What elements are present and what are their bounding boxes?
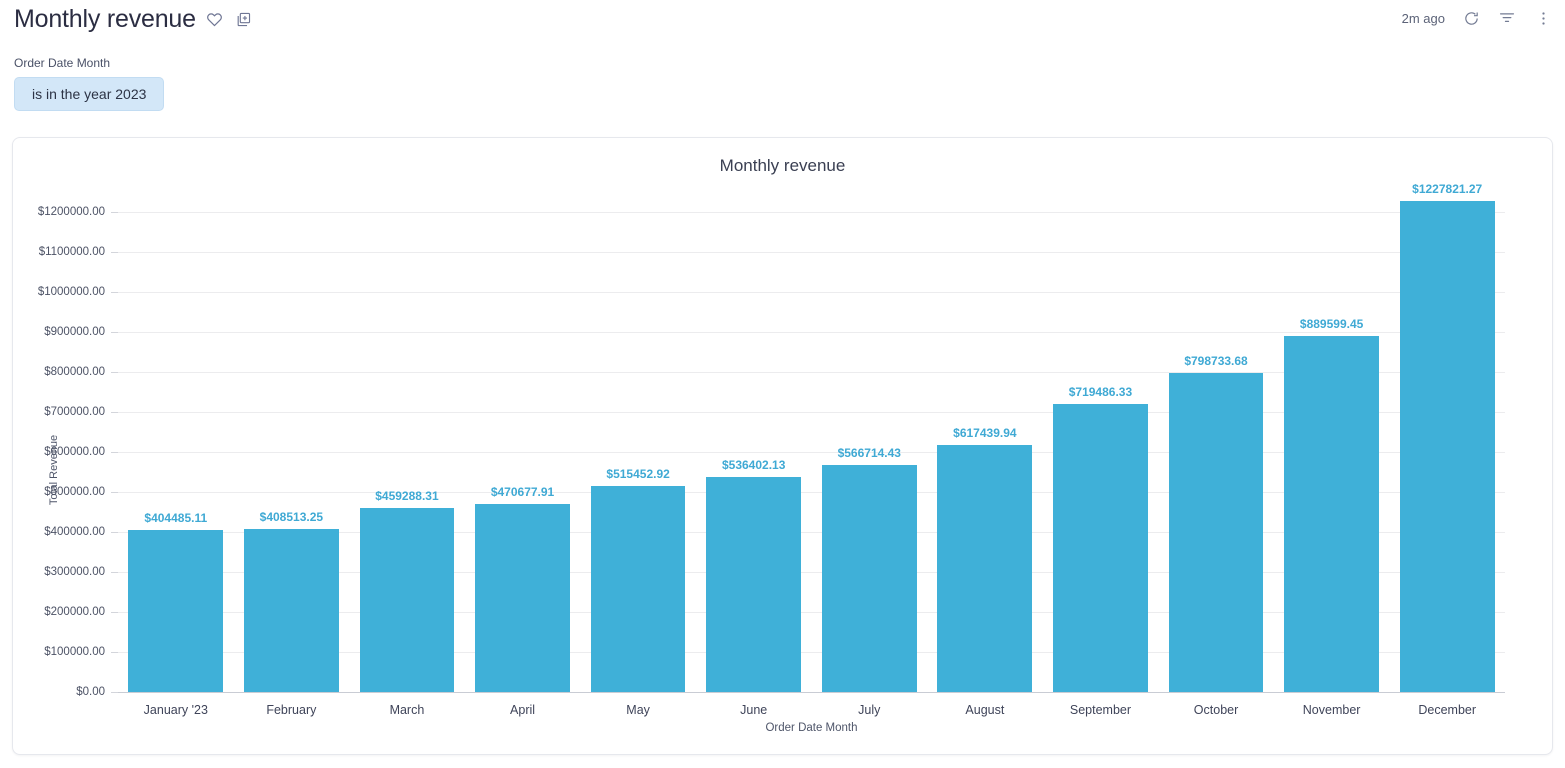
y-tick-label: $400000.00 bbox=[44, 525, 105, 538]
x-axis-title: Order Date Month bbox=[765, 722, 858, 734]
x-tick-label: December bbox=[1418, 703, 1477, 717]
x-tick-label: June bbox=[740, 703, 768, 717]
bar-slot: $408513.25 February bbox=[234, 212, 350, 717]
y-tick-label: $500000.00 bbox=[44, 486, 105, 498]
bar-value-label: $889599.45 bbox=[1299, 317, 1364, 332]
y-tick-label: $800000.00 bbox=[44, 365, 105, 378]
filter-bar: Order Date Month is in the year 2023 bbox=[0, 44, 1565, 111]
title-group: Monthly revenue bbox=[14, 4, 254, 34]
y-tick-label: $700000.00 bbox=[44, 406, 105, 418]
x-tick-label: May bbox=[626, 703, 650, 717]
bar-slot: $617439.94 August bbox=[927, 212, 1043, 717]
x-tick-label: September bbox=[1069, 703, 1132, 717]
bar-slot: $470677.91 April bbox=[465, 212, 581, 717]
y-tick-mark bbox=[111, 531, 118, 533]
bar-slot: $404485.11 January '23 bbox=[118, 212, 234, 717]
bar-value-label: $566714.43 bbox=[837, 446, 901, 461]
x-tick-label: November bbox=[1302, 703, 1361, 717]
y-tick-label: $0.00 bbox=[76, 686, 105, 698]
filter-icon[interactable] bbox=[1497, 8, 1517, 28]
bar-value-label: $408513.25 bbox=[259, 509, 324, 524]
x-tick-label: January '23 bbox=[143, 703, 208, 717]
bar[interactable] bbox=[359, 508, 455, 692]
y-tick-label: $900000.00 bbox=[44, 326, 105, 338]
y-tick-mark bbox=[111, 371, 118, 373]
heart-icon[interactable] bbox=[205, 9, 225, 29]
bar-value-label: $404485.11 bbox=[144, 511, 208, 526]
bar-slot: $536402.13 June bbox=[696, 212, 812, 717]
x-tick-label: February bbox=[266, 703, 317, 717]
bar[interactable] bbox=[1168, 372, 1264, 692]
y-tick-mark bbox=[111, 572, 118, 573]
x-tick-label: August bbox=[965, 703, 1005, 717]
bar-value-label: $1227821.27 bbox=[1412, 181, 1483, 196]
bar-slot: $566714.43 July bbox=[812, 212, 928, 717]
bar-value-label: $470677.91 bbox=[490, 484, 555, 499]
add-to-dashboard-icon[interactable] bbox=[234, 9, 254, 29]
y-tick-mark bbox=[111, 612, 118, 613]
y-tick-mark bbox=[111, 412, 118, 413]
y-tick-mark bbox=[111, 452, 118, 453]
y-tick-label: $200000.00 bbox=[44, 606, 105, 618]
y-tick-mark bbox=[111, 332, 118, 333]
more-vertical-icon[interactable] bbox=[1533, 8, 1553, 28]
y-tick-mark bbox=[111, 212, 118, 213]
bar-slot: $459288.31 March bbox=[349, 212, 465, 717]
bar-slot: $719486.33 September bbox=[1043, 212, 1159, 717]
y-tick-label: $1100000.00 bbox=[38, 245, 105, 258]
y-tick-label: $1000000.00 bbox=[37, 285, 105, 298]
bar-value-label: $617439.94 bbox=[953, 426, 1017, 441]
bar[interactable] bbox=[590, 485, 686, 692]
y-tick-label: $100000.00 bbox=[44, 646, 105, 658]
filter-value-chip[interactable]: is in the year 2023 bbox=[14, 77, 165, 111]
bar-value-label: $515452.92 bbox=[606, 466, 670, 481]
page-title: Monthly revenue bbox=[14, 5, 196, 33]
x-tick-label: March bbox=[389, 703, 425, 717]
bars-layer: $404485.11 January '23 $408513.25 February $… bbox=[118, 182, 1505, 717]
chart-title: Monthly revenue bbox=[719, 156, 846, 175]
filter-field-label: Order Date Month bbox=[14, 56, 111, 70]
x-tick-label: April bbox=[510, 703, 536, 717]
y-tick-mark bbox=[111, 492, 118, 493]
refresh-icon[interactable] bbox=[1461, 8, 1481, 28]
x-tick-label: October bbox=[1193, 703, 1239, 717]
bar[interactable] bbox=[1284, 336, 1379, 692]
bar[interactable] bbox=[937, 445, 1033, 692]
gridline: $0.00 bbox=[76, 686, 1505, 698]
y-tick-mark bbox=[111, 251, 118, 253]
y-tick-mark bbox=[111, 652, 118, 653]
y-tick-label: $300000.00 bbox=[44, 566, 105, 578]
bar[interactable] bbox=[821, 465, 917, 692]
bar[interactable] bbox=[706, 477, 802, 692]
bar[interactable] bbox=[1053, 404, 1148, 692]
bar[interactable] bbox=[243, 528, 339, 692]
bar-value-label: $719486.33 bbox=[1068, 385, 1133, 400]
visualization-card: Monthly revenue Total Revenue $1200000.0… bbox=[12, 137, 1553, 755]
bar-slot: $1227821.27 December bbox=[1389, 182, 1505, 717]
bar-value-label: $459288.31 bbox=[375, 489, 439, 504]
header-actions: 2m ago bbox=[1402, 8, 1553, 28]
chart-plot-wrapper: Total Revenue $1200000.00 $1100000.00 $100… bbox=[13, 182, 1554, 756]
plot-area: $1200000.00 $1100000.00 $1000000.00 $900000… bbox=[38, 182, 1505, 734]
bar-slot: $798733.68 October bbox=[1158, 212, 1274, 717]
app-header: Monthly revenue 2m ago bbox=[0, 0, 1565, 44]
bar[interactable] bbox=[475, 503, 570, 692]
last-refresh-time: 2m ago bbox=[1401, 10, 1445, 26]
bar[interactable] bbox=[128, 530, 224, 692]
bar[interactable] bbox=[1399, 200, 1495, 692]
bar-slot: $515452.92 May bbox=[580, 212, 696, 717]
bar-value-label: $536402.13 bbox=[721, 458, 786, 473]
x-tick-label: July bbox=[858, 703, 881, 717]
bar-value-label: $798733.68 bbox=[1184, 353, 1248, 368]
bar-slot: $889599.45 November bbox=[1274, 212, 1390, 717]
y-tick-label: $1200000.00 bbox=[37, 206, 105, 218]
y-tick-label: $600000.00 bbox=[44, 446, 105, 458]
y-tick-mark bbox=[111, 692, 118, 693]
y-tick-mark bbox=[111, 291, 118, 293]
